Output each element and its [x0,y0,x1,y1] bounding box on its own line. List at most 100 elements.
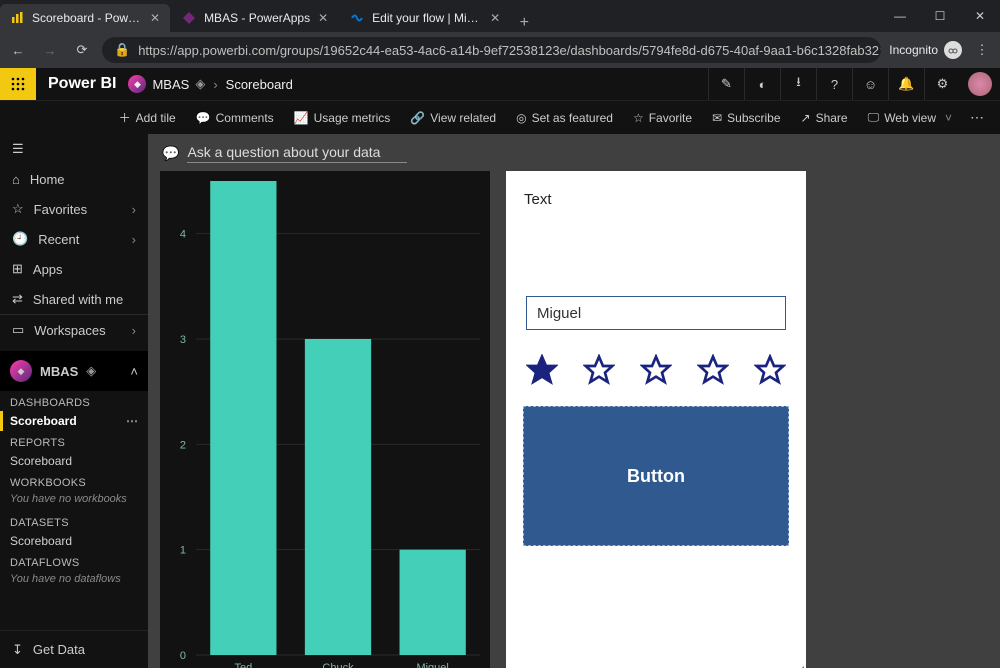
current-workspace[interactable]: ◆ MBAS ◈ ˄ [0,351,148,391]
report-item-scoreboard[interactable]: Scoreboard [0,451,148,471]
comments-button[interactable]: 💬Comments [186,101,284,134]
get-data-button[interactable]: ↧Get Data [0,630,148,668]
nav-home-label: Home [30,172,65,187]
incognito-icon [944,41,962,59]
dataset-item-scoreboard[interactable]: Scoreboard [0,531,148,551]
datasets-heading: DATASETS [0,511,148,531]
powerapps-tile[interactable]: Text Miguel Button ◢ [506,171,806,668]
set-featured-button[interactable]: ◎Set as featured [506,101,623,134]
webview-label: Web view [884,111,936,125]
svg-text:Miguel: Miguel [416,662,448,668]
star-1-icon[interactable] [526,354,558,386]
workspace-badge-icon: ◆ [10,360,32,382]
more-icon[interactable]: ⋯ [126,414,138,428]
star-5-icon[interactable] [754,354,786,386]
download-icon[interactable]: ⭳ [780,68,816,100]
browser-tab-0[interactable]: Scoreboard - Power BI ✕ [0,4,170,32]
dataflows-heading: DATAFLOWS [0,551,148,571]
feedback-icon[interactable]: ☺ [852,68,888,100]
close-icon[interactable]: ✕ [150,11,160,25]
app-launcher-icon[interactable] [0,68,36,100]
get-data-label: Get Data [33,642,85,657]
menu-button[interactable]: ⋮ [970,38,994,62]
dashboard-item-scoreboard[interactable]: Scoreboard⋯ [0,411,148,431]
close-icon[interactable]: ✕ [490,11,500,25]
name-input[interactable]: Miguel [526,296,786,330]
powerbi-header: Power BI ◆ MBAS ◈ › Scoreboard ✎ ◐ ⭳ ? ☺… [0,68,1000,100]
view-related-button[interactable]: 🔗View related [400,101,506,134]
rating-control[interactable] [526,354,786,386]
close-icon[interactable]: ✕ [318,11,328,25]
nav-home[interactable]: ⌂ Home [0,164,148,194]
add-tile-label: Add tile [136,111,176,125]
nav-workspaces-label: Workspaces [34,323,105,338]
address-bar[interactable]: 🔒 https://app.powerbi.com/groups/19652c4… [102,37,881,63]
back-button[interactable]: ← [6,38,30,62]
maximize-button[interactable]: ☐ [920,0,960,32]
plus-icon: ＋ [119,109,131,126]
settings-icon[interactable]: ⚙ [924,68,960,100]
nav-recent-label: Recent [38,232,79,247]
web-view-button[interactable]: 🖵 Web view ˅ [858,101,962,134]
help-icon[interactable]: ? [816,68,852,100]
favorite-button[interactable]: ☆Favorite [623,101,702,134]
bookmark-icon[interactable]: ☆ [879,42,881,59]
more-options-button[interactable]: ⋯ [962,109,992,126]
nav-collapse-button[interactable]: ☰ [0,134,148,164]
svg-text:3: 3 [180,334,186,346]
user-avatar[interactable] [968,72,992,96]
theme-icon[interactable]: ◐ [744,68,780,100]
nav-shared-label: Shared with me [33,292,123,307]
app-title-label: Text [524,191,788,208]
powerapps-favicon-icon [182,11,196,25]
dashboard-canvas: 💬 Ask a question about your data 01234Te… [148,134,1000,668]
resize-handle-icon[interactable]: ◢ [792,661,804,668]
reload-button[interactable]: ⟳ [70,38,94,62]
star-icon: ☆ [633,111,644,125]
flow-favicon-icon [350,11,364,25]
star-4-icon[interactable] [697,354,729,386]
minimize-button[interactable]: — [880,0,920,32]
share-button[interactable]: ↗Share [791,101,858,134]
browser-tab-2[interactable]: Edit your flow | Microsoft Flow ✕ [340,4,510,32]
svg-text:Chuck: Chuck [322,662,354,668]
browser-titlebar: Scoreboard - Power BI ✕ MBAS - PowerApps… [0,0,1000,32]
close-window-button[interactable]: ✕ [960,0,1000,32]
nav-recent[interactable]: 🕘Recent› [0,224,148,254]
name-input-value: Miguel [537,305,581,322]
browser-tab-1[interactable]: MBAS - PowerApps ✕ [172,4,338,32]
qna-placeholder: Ask a question about your data [187,144,407,163]
bar-chart: 01234TedChuckMiguel [160,171,490,668]
notifications-icon[interactable]: 🔔 [888,68,924,100]
nav-workspaces[interactable]: ▭Workspaces› [0,315,148,345]
svg-text:0: 0 [180,650,186,662]
browser-toolbar: ← → ⟳ 🔒 https://app.powerbi.com/groups/1… [0,32,1000,68]
forward-button[interactable]: → [38,38,62,62]
nav-favorites[interactable]: ☆Favorites› [0,194,148,224]
submit-button[interactable]: Button [523,406,789,546]
usage-metrics-button[interactable]: 📈Usage metrics [284,101,401,134]
new-tab-button[interactable]: + [512,14,536,32]
dataflows-empty: You have no dataflows [0,571,148,591]
qna-bar[interactable]: 💬 Ask a question about your data [148,134,1000,171]
svg-text:1: 1 [180,545,186,557]
subscribe-button[interactable]: ✉Subscribe [702,101,790,134]
workspace-breadcrumb[interactable]: ◆ MBAS ◈ [128,75,205,93]
star-2-icon[interactable] [583,354,615,386]
star-3-icon[interactable] [640,354,672,386]
chevron-down-icon: ˅ [945,111,952,125]
related-icon: 🔗 [410,111,425,125]
nav-apps[interactable]: ⊞Apps [0,254,148,284]
webview-icon: 🖵 [868,110,880,125]
nav-shared[interactable]: ⇄Shared with me [0,284,148,314]
add-tile-button[interactable]: ＋ Add tile [109,101,186,134]
home-icon: ⌂ [12,172,20,187]
reports-heading: REPORTS [0,431,148,451]
page-title: Scoreboard [226,77,293,92]
hamburger-icon: ☰ [12,141,24,157]
chart-tile[interactable]: 01234TedChuckMiguel [160,171,490,668]
workspace-name: MBAS [152,77,189,92]
metrics-icon: 📈 [294,111,309,125]
edit-icon[interactable]: ✎ [708,68,744,100]
url-text: https://app.powerbi.com/groups/19652c44-… [138,43,879,58]
